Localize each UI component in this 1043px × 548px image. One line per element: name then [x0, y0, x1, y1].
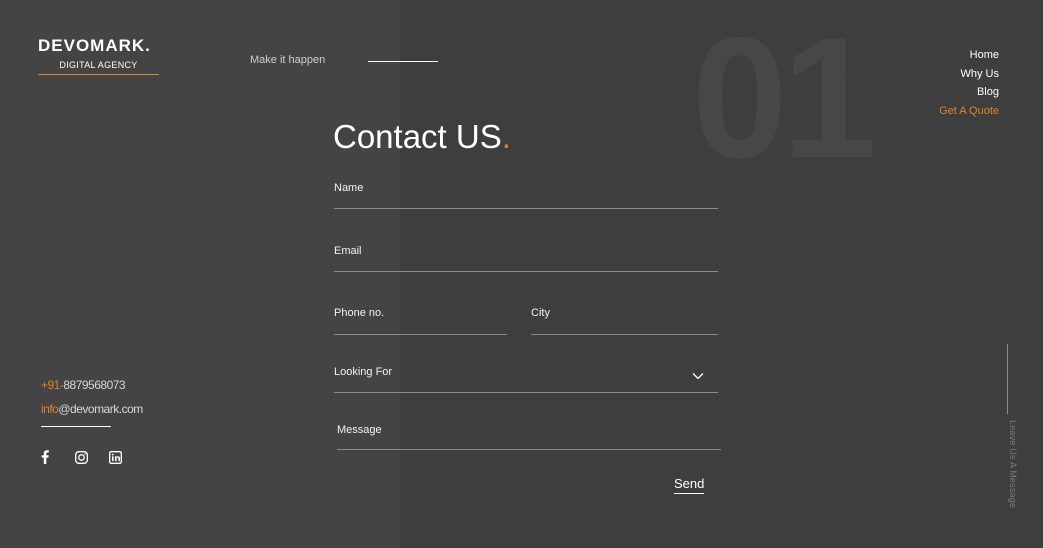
main-nav: Home Why Us Blog Get A Quote [939, 46, 999, 120]
nav-why-us[interactable]: Why Us [939, 65, 1000, 84]
facebook-icon[interactable] [38, 450, 52, 464]
linkedin-icon[interactable] [108, 450, 122, 464]
nav-home[interactable]: Home [939, 46, 999, 65]
logo-underline [38, 74, 159, 75]
email-domain: @devomark.com [58, 402, 143, 416]
tagline-divider [368, 61, 438, 62]
phone-label: Phone no. [334, 307, 385, 319]
city-label: City [531, 307, 550, 319]
city-field[interactable]: City [531, 305, 718, 335]
message-field[interactable]: Message [337, 421, 721, 450]
contact-email[interactable]: info@devomark.com [41, 402, 143, 416]
chevron-down-icon [692, 373, 704, 380]
logo-wordmark: DEVOMARK. [38, 36, 151, 55]
looking-for-label: Looking For [334, 366, 393, 378]
side-divider [1007, 344, 1008, 414]
left-panel [0, 0, 400, 548]
logo[interactable]: DEVOMARK. DIGITAL AGENCY [38, 36, 159, 75]
contact-title-text: Contact US [333, 118, 502, 155]
nav-blog[interactable]: Blog [939, 83, 999, 102]
section-number: 01 [692, 2, 877, 194]
contact-title: Contact US. [333, 118, 511, 156]
nav-get-a-quote[interactable]: Get A Quote [939, 102, 999, 121]
email-field[interactable]: Email [334, 243, 718, 272]
contact-phone[interactable]: +91-8879568073 [41, 378, 126, 392]
email-label: Email [334, 245, 362, 257]
logo-tagline: DIGITAL AGENCY [59, 60, 138, 70]
name-label: Name [334, 182, 364, 194]
phone-number: 8879568073 [63, 378, 126, 392]
name-field[interactable]: Name [334, 180, 718, 209]
phone-prefix: +91- [41, 378, 64, 392]
contact-title-dot: . [501, 118, 511, 155]
email-prefix: info [41, 402, 59, 416]
looking-for-select[interactable]: Looking For [334, 362, 718, 393]
header-tagline: Make it happen [250, 54, 326, 66]
contact-divider [41, 426, 111, 427]
message-label: Message [337, 424, 382, 436]
send-button[interactable]: Send [674, 476, 705, 494]
phone-field[interactable]: Phone no. [334, 305, 507, 335]
instagram-icon[interactable] [74, 450, 88, 464]
leave-message-link[interactable]: Leave Us A Message [1008, 420, 1018, 508]
